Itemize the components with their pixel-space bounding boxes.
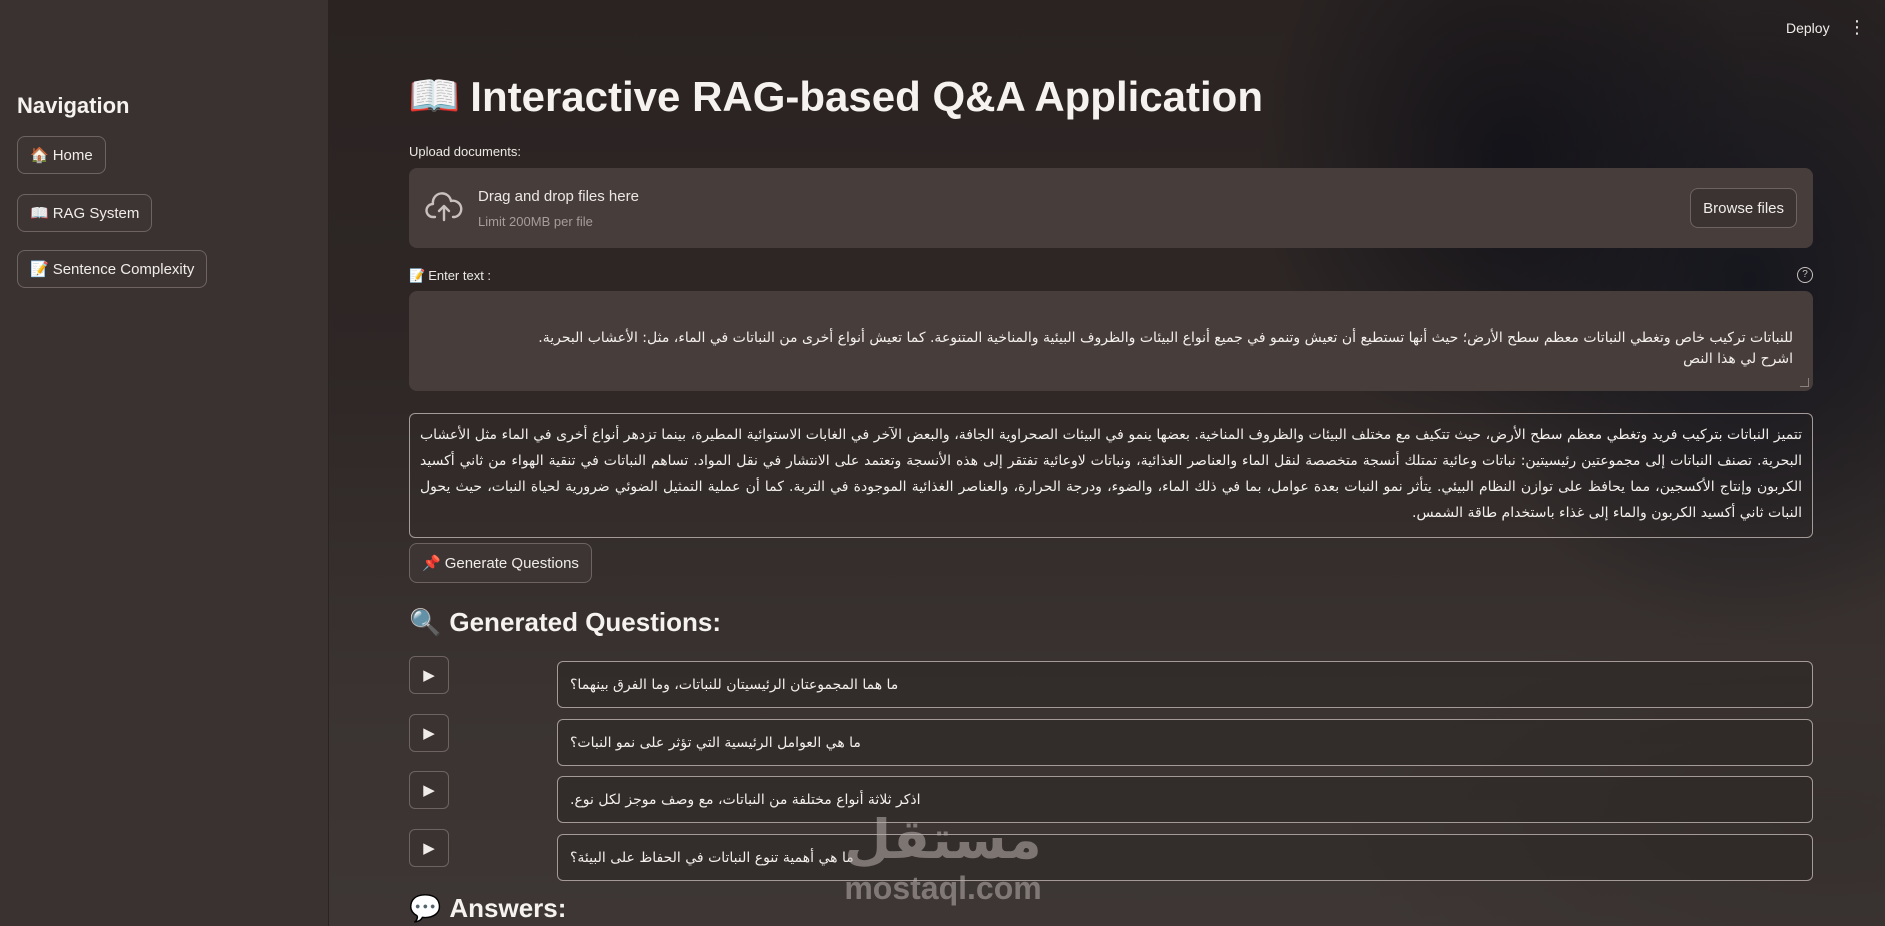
sidebar: Navigation 🏠 Home 📖 RAG System 📝 Sentenc… bbox=[0, 0, 329, 926]
sidebar-item-rag-system[interactable]: 📖 RAG System bbox=[17, 194, 153, 232]
generate-questions-button[interactable]: 📌 Generate Questions bbox=[409, 543, 592, 583]
dropzone-limit: Limit 200MB per file bbox=[478, 214, 593, 229]
answers-heading-text: Answers: bbox=[449, 893, 567, 923]
help-icon[interactable]: ? bbox=[1797, 267, 1813, 283]
sidebar-item-label: Sentence Complexity bbox=[52, 260, 195, 278]
question-text: اذكر ثلاثة أنواع مختلفة من النباتات، مع … bbox=[570, 791, 921, 808]
upload-label: Upload documents: bbox=[409, 144, 522, 159]
question-item: ما هي أهمية تنوع النباتات في الحفاظ على … bbox=[557, 834, 1813, 881]
speech-bubble-icon: 💬 bbox=[409, 893, 442, 923]
page-title: 📖 Interactive RAG-based Q&A Application bbox=[408, 72, 1263, 121]
question-item: ما هي العوامل الرئيسية التي تؤثر على نمو… bbox=[557, 719, 1813, 766]
magnifier-icon: 🔍 bbox=[409, 607, 442, 637]
memo-icon: 📝 bbox=[409, 268, 426, 283]
question-text: ما هي العوامل الرئيسية التي تؤثر على نمو… bbox=[570, 734, 861, 751]
play-button[interactable]: ▶ bbox=[409, 771, 449, 809]
text-input-value: للنباتات تركيب خاص وتغطي النباتات معظم س… bbox=[538, 330, 1793, 367]
play-button[interactable]: ▶ bbox=[409, 656, 449, 694]
dropzone-instructions: Drag and drop files here bbox=[478, 188, 639, 205]
text-input-area[interactable]: للنباتات تركيب خاص وتغطي النباتات معظم س… bbox=[409, 291, 1813, 391]
book-icon: 📖 bbox=[408, 72, 461, 119]
file-dropzone[interactable]: Drag and drop files here Limit 200MB per… bbox=[409, 168, 1813, 248]
browse-files-button[interactable]: Browse files bbox=[1690, 188, 1797, 228]
text-input-label-text: Enter text : bbox=[428, 268, 492, 283]
sidebar-title: Navigation bbox=[17, 93, 130, 118]
question-text: ما هي أهمية تنوع النباتات في الحفاظ على … bbox=[570, 849, 854, 866]
sidebar-item-home[interactable]: 🏠 Home bbox=[17, 136, 106, 174]
generated-questions-heading-text: Generated Questions: bbox=[449, 607, 721, 637]
question-text: ما هما المجموعتان الرئيسيتان للنباتات، و… bbox=[570, 676, 899, 693]
page-title-text: Interactive RAG-based Q&A Application bbox=[470, 72, 1263, 120]
explanation-output: تتميز النباتات بتركيب فريد وتغطي معظم سط… bbox=[409, 413, 1813, 538]
play-icon: ▶ bbox=[423, 724, 435, 742]
book-icon: 📖 bbox=[30, 205, 49, 222]
memo-icon: 📝 bbox=[30, 261, 49, 278]
pushpin-icon: 📌 bbox=[422, 555, 441, 572]
answers-heading: 💬 Answers: bbox=[409, 893, 566, 924]
more-vertical-icon[interactable]: ⋮ bbox=[1848, 16, 1866, 40]
cloud-upload-icon bbox=[425, 192, 463, 222]
play-icon: ▶ bbox=[423, 839, 435, 857]
play-icon: ▶ bbox=[423, 666, 435, 684]
explanation-text: تتميز النباتات بتركيب فريد وتغطي معظم سط… bbox=[420, 427, 1802, 521]
play-icon: ▶ bbox=[423, 781, 435, 799]
play-button[interactable]: ▶ bbox=[409, 714, 449, 752]
question-item: اذكر ثلاثة أنواع مختلفة من النباتات، مع … bbox=[557, 776, 1813, 823]
play-button[interactable]: ▶ bbox=[409, 829, 449, 867]
resize-handle[interactable] bbox=[1800, 378, 1809, 387]
text-input-label: 📝 Enter text : bbox=[409, 268, 491, 284]
generated-questions-heading: 🔍 Generated Questions: bbox=[409, 607, 721, 638]
deploy-button[interactable]: Deploy bbox=[1786, 20, 1830, 36]
home-icon: 🏠 bbox=[30, 147, 49, 164]
sidebar-item-label: Home bbox=[52, 146, 93, 164]
sidebar-item-label: RAG System bbox=[52, 204, 140, 222]
question-item: ما هما المجموعتان الرئيسيتان للنباتات، و… bbox=[557, 661, 1813, 708]
sidebar-item-sentence-complexity[interactable]: 📝 Sentence Complexity bbox=[17, 250, 208, 288]
generate-questions-label: Generate Questions bbox=[444, 554, 579, 572]
